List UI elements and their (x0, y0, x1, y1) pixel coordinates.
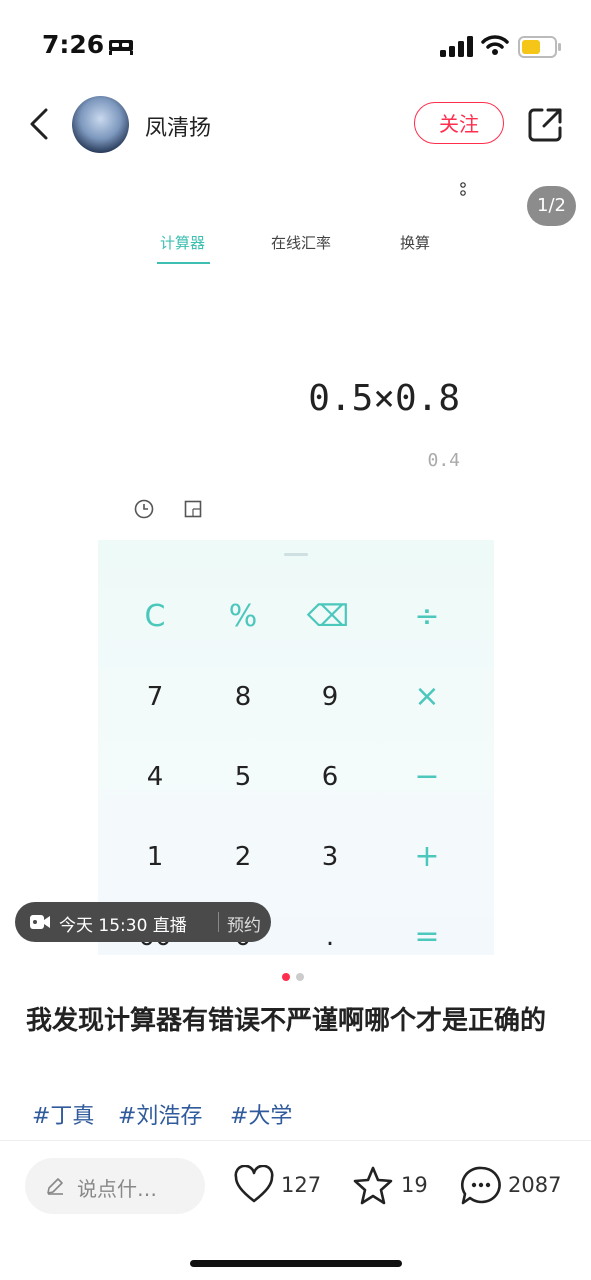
key-9: 9 (321, 682, 339, 712)
key-1: 1 (146, 842, 164, 872)
reserve-link[interactable]: 预约 (227, 911, 261, 936)
comment-input[interactable]: 说点什… (25, 1158, 205, 1214)
key-4: 4 (146, 762, 164, 792)
key-6: 6 (321, 762, 339, 792)
tab-underline (157, 262, 210, 264)
calc-tab-exchange-rate: 在线汇率 (271, 234, 332, 252)
author-name[interactable]: 凤清扬 (145, 110, 211, 142)
bottom-divider (0, 1140, 591, 1141)
keypad-handle (284, 553, 308, 556)
unit-ruler-icon (184, 500, 202, 518)
follow-button[interactable]: 关注 (414, 102, 504, 144)
pager-dot (296, 973, 304, 981)
live-schedule-banner[interactable]: 今天 15:30 直播 预约 (15, 902, 271, 942)
like-count: 127 (281, 1173, 322, 1197)
banner-divider (218, 912, 219, 932)
star-icon[interactable] (352, 1165, 394, 1205)
comment-bubble-icon[interactable] (459, 1165, 503, 1207)
calc-result: 0.4 (427, 450, 460, 471)
hashtag-link[interactable]: #丁真 (32, 1098, 94, 1130)
key-8: 8 (234, 682, 252, 712)
key-5: 5 (234, 762, 252, 792)
video-camera-icon (30, 915, 50, 929)
author-avatar[interactable] (72, 96, 129, 153)
hashtag-link[interactable]: #大学 (230, 1098, 292, 1130)
key-percent: % (228, 599, 258, 634)
hashtag-link[interactable]: #刘浩存 (118, 1098, 202, 1130)
key-divide: ÷ (414, 599, 440, 634)
key-multiply: × (414, 679, 440, 714)
battery-icon (518, 36, 561, 58)
back-chevron-icon[interactable] (22, 104, 58, 144)
favorite-count: 19 (401, 1173, 428, 1197)
pager-dot-active (282, 973, 290, 981)
calc-tab-calculator: 计算器 (160, 234, 206, 252)
key-equals: = (414, 919, 440, 954)
key-dot: . (325, 922, 335, 952)
calc-expression: 0.5×0.8 (308, 378, 460, 419)
wifi-icon (481, 35, 509, 55)
key-2: 2 (234, 842, 252, 872)
sleep-mode-icon (109, 40, 133, 55)
pencil-icon (47, 1178, 63, 1195)
key-plus: + (414, 839, 440, 874)
image-counter: 1/2 (527, 186, 576, 226)
key-minus: − (414, 759, 440, 794)
share-icon[interactable] (526, 106, 564, 144)
more-menu-icon (460, 182, 466, 196)
calc-tab-conversion: 换算 (400, 234, 431, 252)
cellular-signal-icon (440, 36, 473, 57)
status-time: 7:26 (42, 30, 105, 59)
history-clock-icon (134, 499, 154, 519)
key-backspace: ⌫ (306, 599, 350, 634)
post-title: 我发现计算器有错误不严谨啊哪个才是正确的 (26, 1006, 547, 1036)
heart-icon[interactable] (233, 1165, 275, 1205)
home-indicator[interactable] (190, 1260, 402, 1267)
key-clear: C (144, 599, 166, 634)
key-3: 3 (321, 842, 339, 872)
live-time-text: 今天 15:30 直播 (59, 916, 187, 936)
key-7: 7 (146, 682, 164, 712)
comment-placeholder: 说点什… (77, 1177, 157, 1201)
comment-count: 2087 (508, 1173, 562, 1197)
